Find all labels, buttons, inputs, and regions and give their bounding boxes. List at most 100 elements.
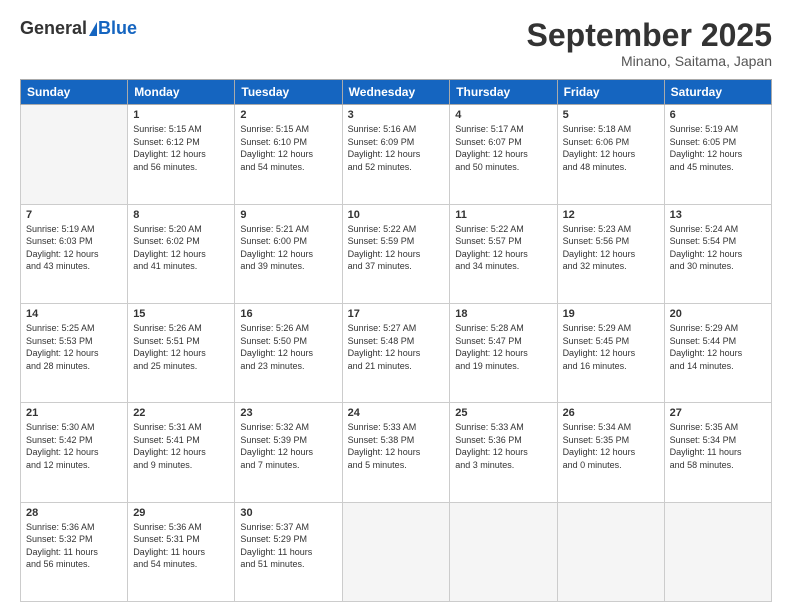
day-number: 17: [348, 308, 445, 320]
calendar-cell: 28Sunrise: 5:36 AM Sunset: 5:32 PM Dayli…: [21, 502, 128, 601]
col-monday: Monday: [128, 80, 235, 105]
logo-icon: [89, 22, 97, 36]
day-info: Sunrise: 5:20 AM Sunset: 6:02 PM Dayligh…: [133, 223, 229, 273]
day-number: 23: [240, 407, 336, 419]
calendar-cell: 22Sunrise: 5:31 AM Sunset: 5:41 PM Dayli…: [128, 403, 235, 502]
calendar-cell: 29 Sunrise: 5:36 AM Sunset: 5:31 PM Dayli…: [128, 502, 235, 601]
calendar-cell: 9 Sunrise: 5:21 AM Sunset: 6:00 PM Daylig…: [235, 204, 342, 303]
col-saturday: Saturday: [664, 80, 771, 105]
day-info: Sunrise: 5:26 AM Sunset: 5:50 PM Dayligh…: [240, 322, 336, 372]
day-number: 2: [240, 109, 336, 121]
day-number: 12: [563, 209, 659, 221]
calendar-cell: 8 Sunrise: 5:20 AM Sunset: 6:02 PM Daylig…: [128, 204, 235, 303]
calendar-cell: 10 Sunrise: 5:22 AM Sunset: 5:59 PM Dayli…: [342, 204, 450, 303]
day-number: 5: [563, 109, 659, 121]
calendar-cell: 6 Sunrise: 5:19 AM Sunset: 6:05 PM Daylig…: [664, 105, 771, 204]
day-info: Sunrise: 5:22 AM Sunset: 5:59 PM Dayligh…: [348, 223, 445, 273]
calendar-subtitle: Minano, Saitama, Japan: [527, 53, 772, 69]
calendar-cell: 20 Sunrise: 5:29 AM Sunset: 5:44 PM Dayli…: [664, 303, 771, 402]
day-info: Sunrise: 5:33 AM Sunset: 5:36 PM Dayligh…: [455, 421, 551, 471]
day-info: Sunrise: 5:19 AM Sunset: 6:03 PM Dayligh…: [26, 223, 122, 273]
col-tuesday: Tuesday: [235, 80, 342, 105]
day-info: Sunrise: 5:15 AM Sunset: 6:10 PM Dayligh…: [240, 123, 336, 173]
col-thursday: Thursday: [450, 80, 557, 105]
day-number: 6: [670, 109, 766, 121]
header-row: Sunday Monday Tuesday Wednesday Thursday…: [21, 80, 772, 105]
calendar-cell: 18Sunrise: 5:28 AM Sunset: 5:47 PM Dayli…: [450, 303, 557, 402]
day-number: 26: [563, 407, 659, 419]
day-info: Sunrise: 5:35 AM Sunset: 5:34 PM Dayligh…: [670, 421, 766, 471]
day-info: Sunrise: 5:30 AM Sunset: 5:42 PM Dayligh…: [26, 421, 122, 471]
day-number: 22: [133, 407, 229, 419]
day-number: 29: [133, 507, 229, 519]
logo-general: General: [20, 18, 87, 39]
day-info: Sunrise: 5:21 AM Sunset: 6:00 PM Dayligh…: [240, 223, 336, 273]
day-info: Sunrise: 5:18 AM Sunset: 6:06 PM Dayligh…: [563, 123, 659, 173]
day-info: Sunrise: 5:25 AM Sunset: 5:53 PM Dayligh…: [26, 322, 122, 372]
calendar-cell: [557, 502, 664, 601]
day-number: 3: [348, 109, 445, 121]
day-info: Sunrise: 5:19 AM Sunset: 6:05 PM Dayligh…: [670, 123, 766, 173]
logo-blue: Blue: [98, 18, 137, 39]
day-number: 20: [670, 308, 766, 320]
calendar-cell: 25 Sunrise: 5:33 AM Sunset: 5:36 PM Dayli…: [450, 403, 557, 502]
calendar-cell: 17 Sunrise: 5:27 AM Sunset: 5:48 PM Dayli…: [342, 303, 450, 402]
day-number: 8: [133, 209, 229, 221]
day-number: 19: [563, 308, 659, 320]
week-row-1: 1 Sunrise: 5:15 AM Sunset: 6:12 PM Daylig…: [21, 105, 772, 204]
calendar-cell: [21, 105, 128, 204]
calendar-cell: 19 Sunrise: 5:29 AM Sunset: 5:45 PM Dayli…: [557, 303, 664, 402]
calendar-cell: 12 Sunrise: 5:23 AM Sunset: 5:56 PM Dayli…: [557, 204, 664, 303]
day-info: Sunrise: 5:23 AM Sunset: 5:56 PM Dayligh…: [563, 223, 659, 273]
calendar-cell: [664, 502, 771, 601]
day-info: Sunrise: 5:29 AM Sunset: 5:45 PM Dayligh…: [563, 322, 659, 372]
day-number: 11: [455, 209, 551, 221]
calendar-cell: 4Sunrise: 5:17 AM Sunset: 6:07 PM Daylig…: [450, 105, 557, 204]
day-number: 9: [240, 209, 336, 221]
day-info: Sunrise: 5:24 AM Sunset: 5:54 PM Dayligh…: [670, 223, 766, 273]
day-number: 14: [26, 308, 122, 320]
calendar-cell: 5 Sunrise: 5:18 AM Sunset: 6:06 PM Daylig…: [557, 105, 664, 204]
day-info: Sunrise: 5:36 AM Sunset: 5:31 PM Dayligh…: [133, 521, 229, 571]
day-number: 27: [670, 407, 766, 419]
day-number: 1: [133, 109, 229, 121]
day-number: 16: [240, 308, 336, 320]
calendar-title: September 2025: [527, 18, 772, 53]
week-row-2: 7 Sunrise: 5:19 AM Sunset: 6:03 PM Daylig…: [21, 204, 772, 303]
day-number: 13: [670, 209, 766, 221]
day-info: Sunrise: 5:22 AM Sunset: 5:57 PM Dayligh…: [455, 223, 551, 273]
calendar-cell: 2 Sunrise: 5:15 AM Sunset: 6:10 PM Daylig…: [235, 105, 342, 204]
calendar-cell: 11 Sunrise: 5:22 AM Sunset: 5:57 PM Dayli…: [450, 204, 557, 303]
day-number: 30: [240, 507, 336, 519]
title-block: September 2025 Minano, Saitama, Japan: [527, 18, 772, 69]
calendar-cell: 24Sunrise: 5:33 AM Sunset: 5:38 PM Dayli…: [342, 403, 450, 502]
header: General Blue September 2025 Minano, Sait…: [20, 18, 772, 69]
calendar-cell: 15Sunrise: 5:26 AM Sunset: 5:51 PM Dayli…: [128, 303, 235, 402]
day-info: Sunrise: 5:29 AM Sunset: 5:44 PM Dayligh…: [670, 322, 766, 372]
day-info: Sunrise: 5:15 AM Sunset: 6:12 PM Dayligh…: [133, 123, 229, 173]
calendar-cell: 23 Sunrise: 5:32 AM Sunset: 5:39 PM Dayli…: [235, 403, 342, 502]
day-info: Sunrise: 5:17 AM Sunset: 6:07 PM Dayligh…: [455, 123, 551, 173]
day-number: 10: [348, 209, 445, 221]
day-info: Sunrise: 5:36 AM Sunset: 5:32 PM Dayligh…: [26, 521, 122, 571]
day-info: Sunrise: 5:28 AM Sunset: 5:47 PM Dayligh…: [455, 322, 551, 372]
week-row-5: 28Sunrise: 5:36 AM Sunset: 5:32 PM Dayli…: [21, 502, 772, 601]
day-info: Sunrise: 5:34 AM Sunset: 5:35 PM Dayligh…: [563, 421, 659, 471]
calendar-cell: 21Sunrise: 5:30 AM Sunset: 5:42 PM Dayli…: [21, 403, 128, 502]
week-row-3: 14 Sunrise: 5:25 AM Sunset: 5:53 PM Dayli…: [21, 303, 772, 402]
logo: General Blue: [20, 18, 137, 39]
col-wednesday: Wednesday: [342, 80, 450, 105]
calendar-cell: 3 Sunrise: 5:16 AM Sunset: 6:09 PM Daylig…: [342, 105, 450, 204]
calendar-cell: 13 Sunrise: 5:24 AM Sunset: 5:54 PM Dayli…: [664, 204, 771, 303]
day-number: 7: [26, 209, 122, 221]
day-number: 25: [455, 407, 551, 419]
day-info: Sunrise: 5:26 AM Sunset: 5:51 PM Dayligh…: [133, 322, 229, 372]
day-info: Sunrise: 5:27 AM Sunset: 5:48 PM Dayligh…: [348, 322, 445, 372]
calendar-cell: 14 Sunrise: 5:25 AM Sunset: 5:53 PM Dayli…: [21, 303, 128, 402]
day-info: Sunrise: 5:32 AM Sunset: 5:39 PM Dayligh…: [240, 421, 336, 471]
calendar-cell: [450, 502, 557, 601]
calendar-cell: 26 Sunrise: 5:34 AM Sunset: 5:35 PM Dayli…: [557, 403, 664, 502]
col-sunday: Sunday: [21, 80, 128, 105]
day-info: Sunrise: 5:16 AM Sunset: 6:09 PM Dayligh…: [348, 123, 445, 173]
calendar-cell: [342, 502, 450, 601]
